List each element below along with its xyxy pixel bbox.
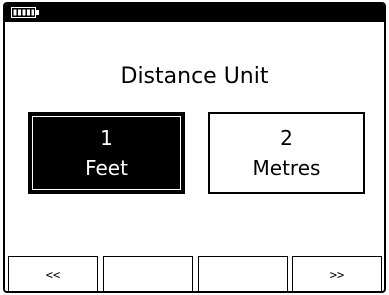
option-label: Metres [252, 156, 321, 180]
status-bar [5, 4, 384, 22]
softkey-3-button[interactable] [198, 256, 288, 291]
option-number: 2 [280, 126, 293, 150]
battery-icon [11, 7, 39, 18]
device-screen: Distance Unit 1 Feet 2 Metres << >> [3, 2, 386, 293]
option-feet-button[interactable]: 1 Feet [28, 112, 185, 194]
screen-title: Distance Unit [120, 64, 269, 89]
softkey-next-button[interactable]: >> [292, 256, 382, 291]
option-metres-button[interactable]: 2 Metres [208, 112, 365, 194]
softkey-2-button[interactable] [103, 256, 193, 291]
softkey-previous-button[interactable]: << [8, 256, 98, 291]
option-number: 1 [100, 126, 113, 150]
softkey-bar: << >> [8, 256, 382, 291]
option-label: Feet [85, 156, 128, 180]
